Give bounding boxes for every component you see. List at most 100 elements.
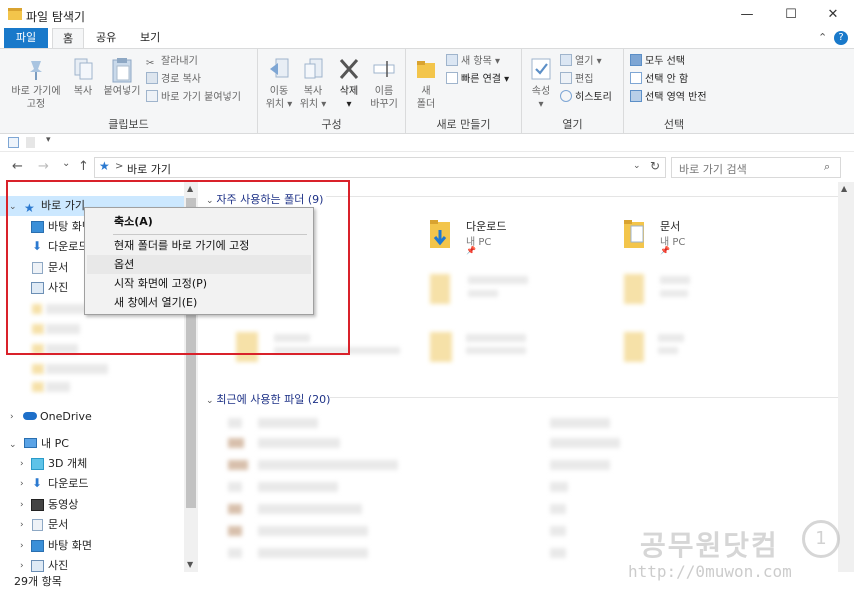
select-all-button[interactable]: 모두 선택 (630, 53, 730, 71)
blurred-item[interactable] (258, 418, 318, 428)
blurred-item[interactable] (550, 438, 620, 448)
blurred-item[interactable] (46, 382, 70, 392)
invert-selection-button[interactable]: 선택 영역 반전 (630, 89, 730, 107)
open-button[interactable]: 열기 ▾ (560, 53, 624, 71)
address-bar[interactable]: ★ > 바로 가기 ⌄ ↻ (94, 157, 666, 178)
chevron-right-icon[interactable]: › (20, 454, 24, 474)
recent-files-header[interactable]: ⌄ 최근에 사용한 파일 (20) (206, 391, 330, 407)
blurred-item[interactable] (258, 504, 362, 514)
new-item-button[interactable]: 새 항목 ▾ (446, 53, 522, 71)
minimize-button[interactable]: — (724, 0, 770, 30)
tab-file[interactable]: 파일 (4, 28, 48, 48)
collapse-ribbon-button[interactable]: ⌃ (818, 31, 827, 44)
edit-button[interactable]: 편집 (560, 71, 624, 89)
paste-shortcut-button[interactable]: 바로 가기 붙여넣기 (146, 89, 256, 107)
close-button[interactable]: ✕ (810, 0, 854, 30)
blurred-item[interactable] (658, 334, 684, 342)
blurred-item[interactable] (258, 526, 368, 536)
chevron-right-icon[interactable]: › (20, 556, 24, 572)
blurred-file-icon[interactable] (228, 504, 242, 514)
chevron-right-icon[interactable]: › (20, 474, 24, 494)
select-group-label: 선택 (663, 118, 685, 131)
copy-path-button[interactable]: 경로 복사 (146, 71, 256, 89)
blurred-folder-icon[interactable] (624, 274, 644, 304)
blurred-item[interactable] (550, 460, 610, 470)
search-box[interactable]: 바로 가기 검색 ⌕ (671, 157, 841, 178)
menu-options[interactable]: 옵션 (87, 255, 311, 274)
blurred-item[interactable] (258, 460, 398, 470)
recent-locations-button[interactable]: ⌄ (62, 158, 70, 169)
blurred-item[interactable] (258, 438, 340, 448)
blurred-folder-icon[interactable] (430, 332, 452, 362)
blurred-item[interactable] (258, 482, 338, 492)
scroll-up-icon[interactable]: ▲ (841, 184, 847, 193)
move-to-button[interactable]: 이동 위치 ▾ (262, 57, 296, 111)
maximize-button[interactable]: ☐ (768, 0, 814, 30)
blurred-item[interactable] (550, 548, 566, 558)
blurred-item[interactable] (468, 290, 498, 297)
address-history-icon[interactable]: ⌄ (633, 161, 641, 171)
content-scrollbar[interactable]: ▲ (838, 182, 854, 572)
blurred-item[interactable] (466, 334, 526, 342)
folder-tile-downloads[interactable]: 다운로드 내 PC 📌 (428, 216, 558, 256)
tab-home[interactable]: 홈 (52, 28, 85, 48)
select-none-button[interactable]: 선택 안 함 (630, 71, 730, 89)
copy-to-button[interactable]: 복사 위치 ▾ (296, 57, 330, 111)
blurred-item[interactable] (550, 504, 566, 514)
cut-button[interactable]: ✂ 잘라내기 (146, 53, 256, 71)
search-icon[interactable]: ⌕ (824, 160, 830, 174)
folder-tile-documents[interactable]: 문서 내 PC 📌 (622, 216, 752, 256)
forward-button[interactable]: → (38, 159, 49, 174)
tab-view[interactable]: 보기 (130, 28, 170, 48)
copy-button[interactable]: 복사 (68, 57, 98, 98)
back-button[interactable]: ← (12, 159, 23, 174)
menu-collapse[interactable]: 축소(A) (87, 212, 311, 231)
easy-access-button[interactable]: 빠른 연결 ▾ (446, 71, 522, 89)
paste-button[interactable]: 붙여넣기 (100, 57, 144, 98)
blurred-item[interactable] (550, 418, 610, 428)
blurred-folder-icon[interactable] (624, 332, 644, 362)
chevron-right-icon[interactable]: › (20, 536, 24, 556)
blurred-item[interactable] (550, 482, 568, 492)
blurred-file-icon[interactable] (228, 548, 242, 558)
history-button[interactable]: 히스토리 (560, 89, 624, 107)
delete-button[interactable]: 삭제 ▾ (334, 57, 364, 111)
blurred-file-icon[interactable] (228, 418, 242, 428)
new-folder-qat-icon[interactable] (26, 137, 35, 148)
blurred-item[interactable] (46, 364, 108, 374)
blurred-item[interactable] (660, 276, 690, 284)
chevron-down-icon[interactable]: ⌄ (9, 435, 17, 455)
blurred-item[interactable] (550, 526, 566, 536)
blurred-item[interactable] (658, 347, 678, 354)
blurred-item[interactable] (258, 548, 368, 558)
menu-pin-to-start[interactable]: 시작 화면에 고정(P) (87, 274, 311, 293)
refresh-icon[interactable]: ↻ (650, 159, 660, 173)
chevron-right-icon[interactable]: › (10, 407, 14, 427)
downloads-folder-icon (428, 216, 454, 253)
menu-pin-to-quick-access[interactable]: 현재 폴더를 바로 가기에 고정 (87, 236, 311, 255)
new-folder-button[interactable]: 새 폴더 (412, 57, 440, 111)
blurred-file-icon[interactable] (228, 526, 242, 536)
properties-qat-icon[interactable] (8, 137, 19, 148)
chevron-right-icon[interactable]: › (20, 495, 24, 515)
chevron-right-icon[interactable]: › (20, 515, 24, 535)
scroll-down-icon[interactable]: ▼ (187, 560, 193, 569)
tab-share[interactable]: 공유 (86, 28, 126, 48)
blurred-file-icon[interactable] (228, 438, 244, 448)
properties-button[interactable]: 속성 ▾ (526, 57, 556, 111)
rename-button[interactable]: 이름 바꾸기 (366, 57, 402, 111)
blurred-file-icon[interactable] (228, 460, 248, 470)
blurred-file-icon[interactable] (228, 482, 242, 492)
blurred-folder-icon[interactable] (430, 274, 450, 304)
help-icon[interactable]: ? (834, 31, 848, 45)
ribbon-tabs: 파일 홈 공유 보기 ⌃ ? (0, 28, 854, 48)
blurred-item[interactable] (660, 290, 688, 297)
blurred-item[interactable] (468, 276, 528, 284)
nav-onedrive-label: OneDrive (40, 410, 92, 423)
blurred-item[interactable] (466, 347, 526, 354)
pin-quick-access-button[interactable]: 바로 가기에 고정 (6, 57, 66, 111)
menu-open-new-window[interactable]: 새 창에서 열기(E) (87, 293, 311, 312)
breadcrumb-current[interactable]: 바로 가기 (127, 161, 171, 177)
up-button[interactable]: ↑ (78, 159, 89, 174)
qat-dropdown-icon[interactable]: ▾ (46, 135, 51, 145)
